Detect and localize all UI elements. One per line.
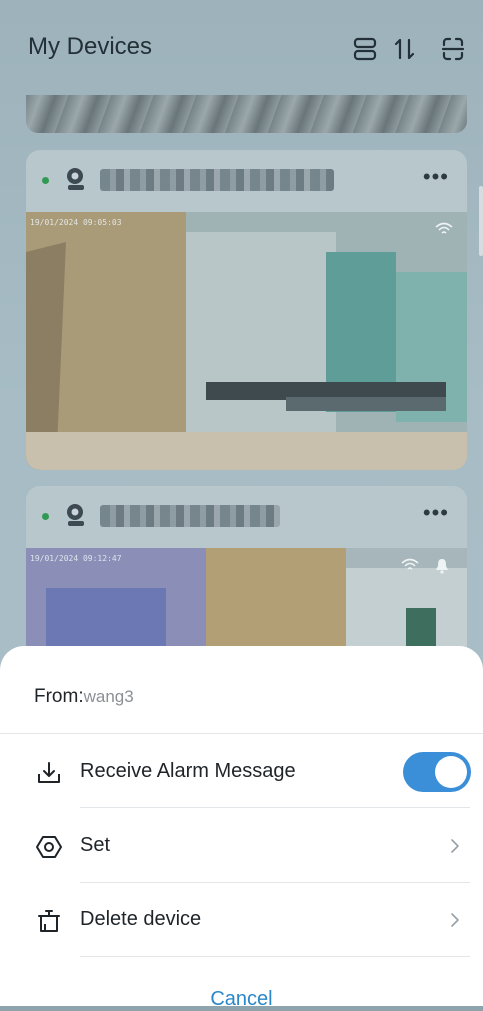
trash-icon — [38, 910, 60, 932]
more-options-icon[interactable]: ••• — [423, 164, 449, 190]
divider — [80, 807, 470, 808]
from-label: From: — [34, 686, 84, 707]
wifi-icon — [401, 558, 419, 570]
scan-icon[interactable] — [440, 36, 466, 62]
device-thumbnail-partial — [26, 95, 467, 133]
chevron-right-icon — [451, 913, 459, 927]
chevron-right-icon — [451, 839, 459, 853]
more-options-icon[interactable]: ••• — [423, 500, 449, 526]
top-bar: My Devices — [0, 0, 483, 100]
wifi-icon — [435, 222, 453, 234]
feed-timestamp: 19/01/2024 09:05:03 — [30, 218, 122, 227]
delete-device-label: Delete device — [80, 908, 202, 930]
divider — [80, 956, 470, 957]
cancel-button[interactable]: Cancel — [0, 988, 483, 1011]
delete-device-item[interactable]: Delete device — [0, 888, 483, 952]
layout-toggle-icon[interactable] — [352, 36, 378, 62]
device-options-sheet: From:wang3 Receive Alarm Message Set Del… — [0, 646, 483, 1010]
set-item[interactable]: Set — [0, 814, 483, 878]
receive-alarm-label: Receive Alarm Message — [80, 760, 296, 782]
device-card-header: ••• — [26, 150, 467, 212]
page-title: My Devices — [28, 33, 153, 60]
device-card[interactable]: ••• 19/01/2024 09:05:03 — [26, 150, 467, 470]
from-username: wang3 — [83, 687, 134, 706]
receive-alarm-toggle[interactable] — [403, 752, 471, 792]
divider — [0, 733, 483, 734]
sort-icon[interactable] — [392, 36, 418, 62]
scrollbar[interactable] — [479, 186, 483, 256]
camera-icon — [67, 168, 84, 190]
download-icon — [38, 762, 60, 783]
device-card-header: ••• — [26, 486, 467, 548]
camera-icon — [67, 504, 84, 526]
camera-feed[interactable]: 19/01/2024 09:05:03 — [26, 212, 467, 470]
online-status-dot — [42, 177, 49, 184]
feed-timestamp: 19/01/2024 09:12:47 — [30, 554, 122, 563]
divider — [80, 882, 470, 883]
from-row: From:wang3 — [34, 686, 134, 708]
online-status-dot — [42, 513, 49, 520]
receive-alarm-item[interactable]: Receive Alarm Message — [0, 740, 483, 804]
settings-icon — [36, 836, 62, 858]
device-name-redacted — [100, 169, 334, 191]
camera-feed-image — [26, 212, 467, 470]
bell-icon — [436, 559, 448, 574]
device-name-redacted — [100, 505, 280, 527]
set-label: Set — [80, 834, 111, 856]
toggle-knob — [435, 756, 467, 788]
